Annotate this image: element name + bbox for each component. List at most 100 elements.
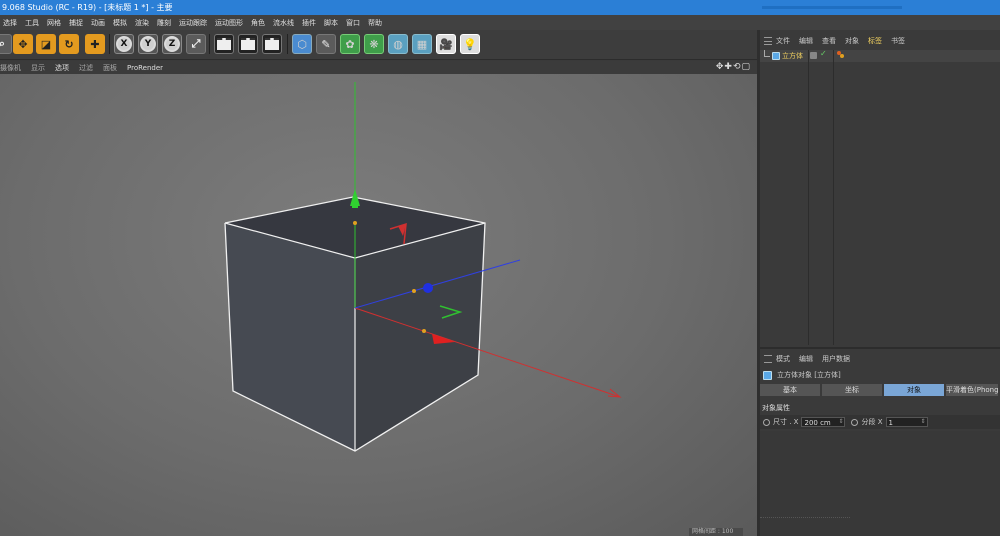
column-divider [808,50,809,345]
om-menu-tags[interactable]: 标签 [868,36,882,46]
segments-x-label: 分段 X [861,418,883,426]
viewport-navigation-icons[interactable]: ✥✚⟲▢ [716,62,751,72]
menu-pipeline[interactable]: 流水线 [273,18,294,28]
menu-snap[interactable]: 捕捉 [69,18,83,28]
z-scale-dot[interactable] [412,289,416,293]
z-axis-lock-button[interactable]: Z [162,34,182,54]
attribute-body [760,431,1000,536]
attribute-manager-panel: 模式 编辑 用户数据 立方体对象 [立方体] 基本 坐标 对象 平滑着色(Pho… [760,347,1000,536]
size-segments-row: 尺寸 . X 200 cm 分段 X 1 [760,415,1000,429]
menu-select[interactable]: 选择 [3,18,17,28]
move-tool-icon[interactable]: ✥ [13,34,33,54]
enabled-check-icon[interactable]: ✓ [820,49,827,58]
window-title: 9.068 Studio (RC - R19) - [未标题 1 *] - 主要 [2,3,173,12]
attribute-title-text: 立方体对象 [立方体] [777,371,841,379]
rotate-tool-icon[interactable]: ↻ [59,34,79,54]
menu-motion-tracking[interactable]: 运动跟踪 [179,18,207,28]
object-manager-panel: 文件 编辑 查看 对象 标签 书签 立方体 ✓ [760,30,1000,345]
menu-character[interactable]: 角色 [251,18,265,28]
menu-animate[interactable]: 动画 [91,18,105,28]
size-x-label: 尺寸 . X [773,418,799,426]
om-menu-file[interactable]: 文件 [776,36,790,46]
last-tool-icon[interactable]: ✚ [85,34,105,54]
om-menu-view[interactable]: 查看 [822,36,836,46]
visibility-toggle-icon[interactable] [810,52,817,59]
3d-viewport[interactable]: 网格间距 : 100 [0,74,757,536]
panel-grip-icon[interactable] [764,355,772,363]
toolbar-separator [209,34,210,54]
animate-keyframe-icon[interactable] [763,418,770,426]
cloner-icon[interactable]: ❋ [364,34,384,54]
om-menu-bookmarks[interactable]: 书签 [891,36,905,46]
toolbar-separator [287,34,288,54]
am-menu-user-data[interactable]: 用户数据 [822,354,850,364]
menu-mesh[interactable]: 网格 [47,18,61,28]
viewport-scene [224,82,622,452]
material-tag-icon[interactable] [837,51,845,59]
z-axis-handle[interactable] [423,283,433,293]
pen-spline-icon[interactable]: ✎ [316,34,336,54]
menu-render[interactable]: 渲染 [135,18,149,28]
viewport-menu-options[interactable]: 选项 [55,63,69,73]
cube-left-face [225,223,355,451]
menu-simulate[interactable]: 模拟 [113,18,127,28]
menu-plugins[interactable]: 插件 [302,18,316,28]
main-menu-bar: 选择 工具 网格 捕捉 动画 模拟 渲染 雕刻 运动跟踪 运动图形 角色 流水线… [0,15,1000,30]
tab-phong[interactable]: 平滑着色(Phong) [946,384,998,396]
object-name[interactable]: 立方体 [782,51,803,61]
size-x-input[interactable]: 200 cm [801,417,846,427]
viewport-menu-panel[interactable]: 面板 [103,63,117,73]
render-view-icon[interactable] [214,34,234,54]
am-menu-edit[interactable]: 编辑 [799,354,813,364]
floor-icon[interactable]: ▦ [412,34,432,54]
column-divider [833,50,834,345]
y-axis-handle-base [352,204,358,208]
viewport-menu-bar: 摄像机 显示 选项 过滤 面板 ProRender ✥✚⟲▢ [0,61,757,74]
y-scale-dot[interactable] [353,221,357,225]
viewport-menu-display[interactable]: 显示 [31,63,45,73]
attribute-title: 立方体对象 [立方体] [763,369,841,381]
render-settings-icon[interactable] [262,34,282,54]
title-bar-controls[interactable] [762,0,1000,15]
menu-mograph[interactable]: 运动图形 [215,18,243,28]
viewport-menu-camera[interactable]: 摄像机 [0,63,21,73]
om-menu-edit[interactable]: 编辑 [799,36,813,46]
cube-right-face [355,223,485,451]
scale-tool-icon[interactable]: ◪ [36,34,56,54]
object-manager-menu: 文件 编辑 查看 对象 标签 书签 [760,34,1000,48]
cube-primitive-icon[interactable]: ⬡ [292,34,312,54]
section-object-properties: 对象属性 [762,404,790,412]
coordinate-system-icon[interactable]: ⤢ [186,34,206,54]
x-axis-lock-button[interactable]: X [114,34,134,54]
render-to-picture-viewer-icon[interactable] [238,34,258,54]
light-icon[interactable]: 💡 [460,34,480,54]
main-toolbar: ⌕ ✥ ◪ ↻ ✚ X Y Z ⤢ ⬡ ✎ ✿ ❋ ◍ ▦ 🎥 💡 [0,30,757,60]
viewport-menu-filter[interactable]: 过滤 [79,63,93,73]
menu-script[interactable]: 脚本 [324,18,338,28]
segments-x-input[interactable]: 1 [885,417,928,427]
tab-coordinates[interactable]: 坐标 [822,384,882,396]
tab-object[interactable]: 对象 [884,384,944,396]
window-title-bar: 9.068 Studio (RC - R19) - [未标题 1 *] - 主要 [0,0,1000,15]
object-row-cube[interactable]: 立方体 ✓ [760,49,1000,62]
menu-window[interactable]: 窗口 [346,18,360,28]
deformer-icon[interactable]: ◍ [388,34,408,54]
viewport-menu-prorender[interactable]: ProRender [127,64,163,72]
y-axis-lock-button[interactable]: Y [138,34,158,54]
menu-help[interactable]: 帮助 [368,18,382,28]
attribute-manager-menu: 模式 编辑 用户数据 [760,352,1000,366]
x-scale-dot[interactable] [422,329,426,333]
tab-basic[interactable]: 基本 [760,384,820,396]
cube-object-icon [772,52,780,60]
am-menu-mode[interactable]: 模式 [776,354,790,364]
live-select-icon[interactable]: ⌕ [0,34,12,54]
menu-tools[interactable]: 工具 [25,18,39,28]
subdivision-surface-icon[interactable]: ✿ [340,34,360,54]
animate-keyframe-icon[interactable] [851,418,859,426]
toolbar-separator [109,34,110,54]
camera-icon[interactable]: 🎥 [436,34,456,54]
menu-sculpt[interactable]: 雕刻 [157,18,171,28]
tree-line [764,50,770,57]
panel-grip-icon[interactable] [764,37,772,45]
om-menu-objects[interactable]: 对象 [845,36,859,46]
